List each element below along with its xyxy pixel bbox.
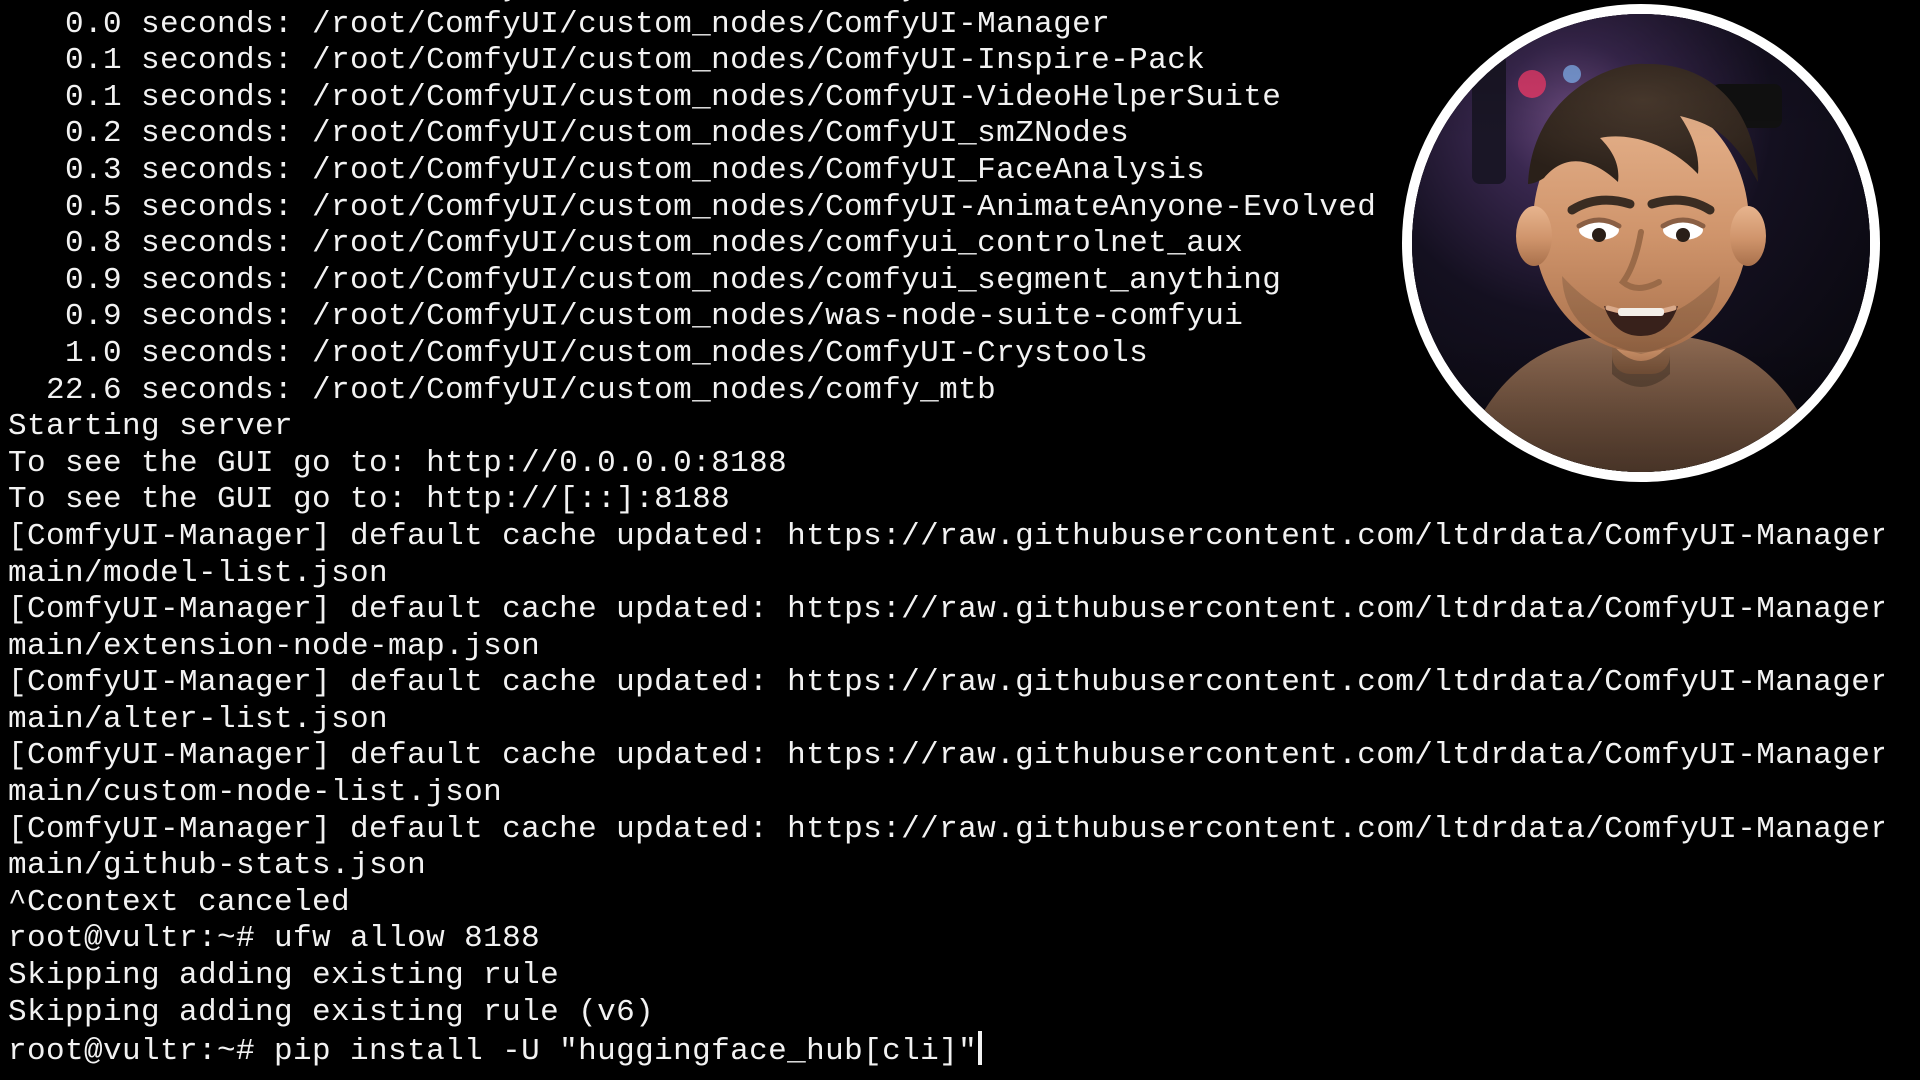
timing-line: 0.0 seconds: /root/ComfyUI/custom_nodes/… bbox=[8, 0, 1912, 7]
right-margin bbox=[1884, 0, 1920, 1080]
shell-command-line: root@vultr:~# ufw allow 8188 bbox=[8, 921, 1912, 958]
manager-cache-line: [ComfyUI-Manager] default cache updated:… bbox=[8, 519, 1912, 592]
manager-cache-line: [ComfyUI-Manager] default cache updated:… bbox=[8, 812, 1912, 885]
manager-cache-line: [ComfyUI-Manager] default cache updated:… bbox=[8, 592, 1912, 665]
ufw-output: Skipping adding existing rule bbox=[8, 958, 1912, 995]
manager-cache-line: [ComfyUI-Manager] default cache updated:… bbox=[8, 665, 1912, 738]
gui-url-v6: To see the GUI go to: http://[::]:8188 bbox=[8, 482, 1912, 519]
context-canceled: ^Ccontext canceled bbox=[8, 885, 1912, 922]
text-cursor-icon bbox=[978, 1031, 982, 1065]
presenter-silhouette-icon bbox=[1412, 14, 1870, 472]
ufw-output: Skipping adding existing rule (v6) bbox=[8, 995, 1912, 1032]
shell-prompt-active[interactable]: root@vultr:~# pip install -U "huggingfac… bbox=[8, 1031, 1912, 1071]
webcam-overlay bbox=[1412, 14, 1870, 472]
manager-cache-line: [ComfyUI-Manager] default cache updated:… bbox=[8, 738, 1912, 811]
